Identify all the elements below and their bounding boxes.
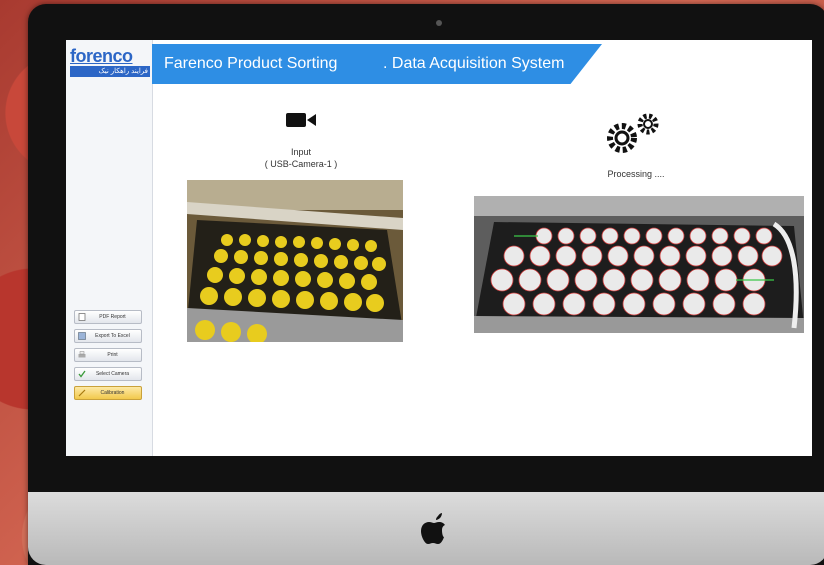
export-excel-button[interactable]: Export To Excel	[74, 329, 142, 343]
logo-text: forenco	[70, 46, 133, 66]
pdf-report-label: PDF Report	[99, 314, 126, 320]
input-camera-feed	[187, 180, 403, 342]
gears-icon	[607, 113, 659, 153]
video-camera-icon	[286, 113, 316, 127]
print-label: Print	[107, 352, 118, 358]
company-logo: forenco فرایند راهکار نیک	[70, 46, 150, 86]
processing-status: Processing ....	[607, 169, 665, 179]
export-excel-label: Export To Excel	[95, 333, 130, 339]
app-screen: forenco فرایند راهکار نیک PDF Report Exp…	[66, 40, 812, 456]
select-camera-button[interactable]: Select Camera	[74, 367, 142, 381]
print-button[interactable]: Print	[74, 348, 142, 362]
processed-output-feed	[474, 196, 804, 333]
calibration-icon	[78, 389, 86, 397]
app-subtitle: . Data Acquisition System	[383, 55, 565, 72]
input-source: ( USB-Camera-1 )	[264, 159, 338, 169]
webcam-dot	[436, 20, 442, 26]
apple-logo-icon	[421, 513, 445, 544]
printer-icon	[78, 351, 86, 359]
logo-subtitle: فرایند راهکار نیک	[70, 66, 150, 77]
calibration-label: Calibration	[100, 390, 125, 396]
input-title: Input	[290, 147, 312, 157]
sidebar: forenco فرایند راهکار نیک PDF Report Exp…	[66, 40, 153, 456]
title-bar: Farenco Product Sorting . Data Acquisiti…	[152, 44, 602, 84]
excel-icon	[78, 332, 86, 340]
document-icon	[78, 313, 86, 321]
pdf-report-button[interactable]: PDF Report	[74, 310, 142, 324]
monitor-chin	[28, 492, 824, 565]
select-camera-label: Select Camera	[95, 371, 130, 377]
check-icon	[78, 370, 86, 378]
input-panel-label: Input ( USB-Camera-1 )	[241, 146, 361, 170]
app-title: Farenco Product Sorting	[164, 55, 338, 72]
calibration-button[interactable]: Calibration	[74, 386, 142, 400]
